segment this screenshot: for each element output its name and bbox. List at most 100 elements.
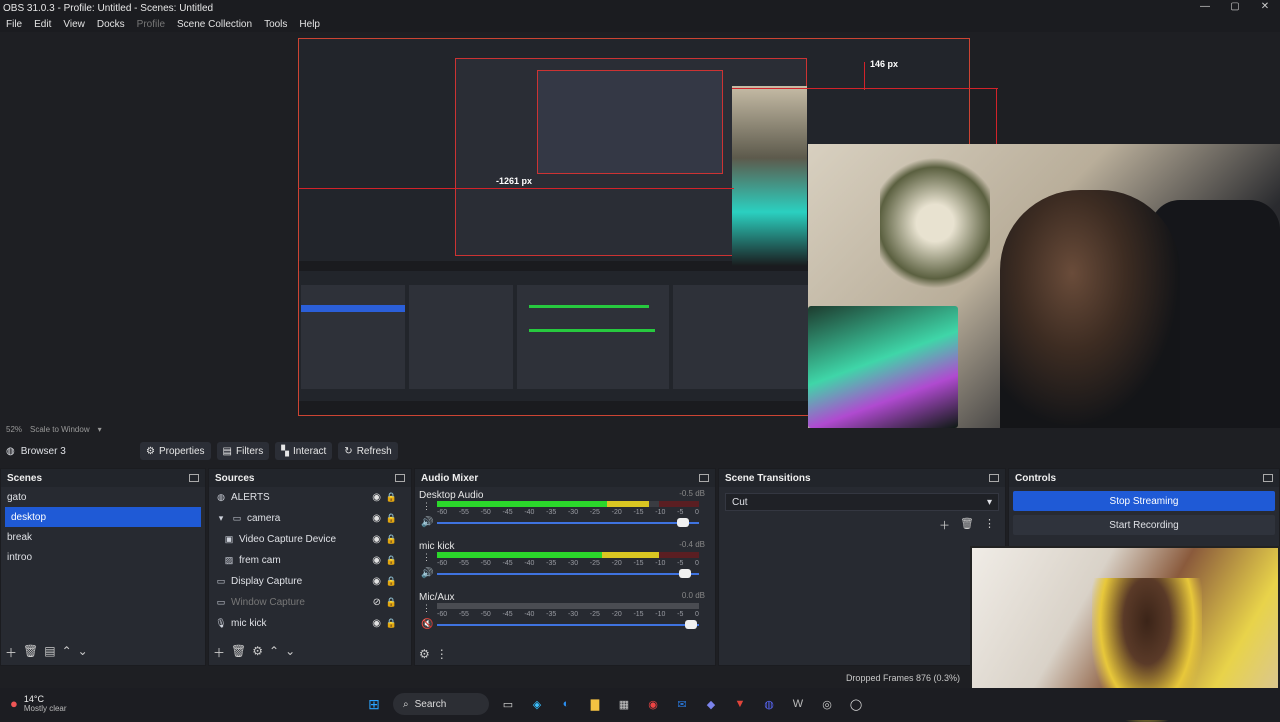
meter-red — [659, 552, 699, 558]
menu-help[interactable]: Help — [293, 19, 326, 30]
slider-handle[interactable] — [685, 620, 697, 629]
add-icon[interactable]: ＋ — [213, 644, 225, 661]
windows-start-icon[interactable]: ⊞ — [364, 694, 384, 714]
stop-streaming-button[interactable]: Stop Streaming — [1013, 491, 1275, 511]
slider-handle[interactable] — [679, 569, 691, 578]
discord-icon[interactable]: ◍ — [759, 694, 779, 714]
lock-icon[interactable]: 🔒 — [386, 597, 397, 608]
brave-icon[interactable]: ▼ — [730, 694, 750, 714]
more-icon[interactable]: ⋮ — [984, 517, 995, 533]
source-row[interactable]: ▭ Window Capture ⊘ 🔒 — [209, 592, 411, 613]
lock-icon[interactable]: 🔒 — [386, 492, 397, 503]
source-row[interactable]: ▾ ▭ camera ◉ 🔒 — [209, 508, 411, 529]
interact-button[interactable]: ▚ Interact — [275, 442, 333, 460]
filter-icon[interactable]: ▤ — [44, 644, 55, 661]
transition-select[interactable]: Cut ▾ — [725, 493, 999, 511]
menu-view[interactable]: View — [57, 19, 91, 30]
volume-slider[interactable] — [437, 518, 699, 527]
menu-edit[interactable]: Edit — [28, 19, 57, 30]
slider-handle[interactable] — [677, 518, 689, 527]
eye-off-icon[interactable]: ⊘ — [373, 597, 381, 608]
lock-icon[interactable]: 🔒 — [386, 618, 397, 629]
start-recording-button[interactable]: Start Recording — [1013, 515, 1275, 535]
undock-icon[interactable] — [395, 474, 405, 482]
maximize-icon[interactable]: ▢ — [1220, 0, 1250, 16]
source-row[interactable]: ◍ ALERTS ◉ 🔒 — [209, 487, 411, 508]
scene-item[interactable]: break — [1, 527, 205, 547]
undock-icon[interactable] — [699, 474, 709, 482]
refresh-button[interactable]: ↻ Refresh — [338, 442, 398, 460]
properties-button[interactable]: ⚙ Properties — [140, 442, 211, 460]
scene-item[interactable]: gato — [1, 487, 205, 507]
scene-item[interactable]: introo — [1, 547, 205, 567]
undock-icon[interactable] — [1263, 474, 1273, 482]
filters-button[interactable]: ▤ Filters — [216, 442, 270, 460]
steam-icon[interactable]: ◎ — [817, 694, 837, 714]
eye-icon[interactable]: ◉ — [372, 534, 381, 545]
more-icon[interactable]: ⋮ — [422, 501, 431, 512]
source-row[interactable]: ▭ Display Capture ◉ 🔒 — [209, 571, 411, 592]
eye-icon[interactable]: ◉ — [372, 576, 381, 587]
lock-icon[interactable]: 🔒 — [386, 555, 397, 566]
weather-widget[interactable]: ● 14°C Mostly clear — [10, 694, 67, 713]
expand-icon[interactable]: ▾ — [215, 513, 227, 524]
close-icon[interactable]: ✕ — [1250, 0, 1280, 16]
obs-icon[interactable]: ◯ — [846, 694, 866, 714]
menu-tools[interactable]: Tools — [258, 19, 293, 30]
nested-meter-2 — [529, 329, 655, 332]
source-row[interactable]: ▣ Video Capture Device ◉ 🔒 — [209, 529, 411, 550]
menu-scene-collection[interactable]: Scene Collection — [171, 19, 258, 30]
more-icon[interactable]: ⋮ — [436, 647, 448, 661]
store-icon[interactable]: ▦ — [614, 694, 634, 714]
undock-icon[interactable] — [989, 474, 999, 482]
eye-icon[interactable]: ◉ — [372, 513, 381, 524]
file-explorer-icon[interactable]: ▇ — [585, 694, 605, 714]
nested-scene-selected — [301, 305, 405, 312]
scenes-header: Scenes — [1, 469, 205, 487]
scale-mode-select[interactable]: Scale to Window — [30, 425, 90, 434]
volume-slider[interactable] — [437, 569, 699, 578]
trash-icon[interactable]: 🗑 — [960, 517, 974, 533]
more-icon[interactable]: ⋮ — [422, 552, 431, 563]
volume-slider[interactable] — [437, 620, 699, 629]
wordpad-icon[interactable]: W — [788, 694, 808, 714]
scale-tick: -40 — [524, 560, 535, 567]
chrome-icon[interactable]: ◉ — [643, 694, 663, 714]
arrow-down-icon[interactable]: ⌄ — [78, 644, 88, 661]
minimize-icon[interactable]: — — [1190, 0, 1220, 16]
menu-file[interactable]: File — [0, 19, 28, 30]
taskbar-search[interactable]: ⌕ Search — [393, 693, 489, 715]
speaker-muted-icon[interactable]: 🔇 — [421, 619, 433, 630]
outlook-icon[interactable]: ✉ — [672, 694, 692, 714]
arrow-up-icon[interactable]: ⌃ — [269, 644, 279, 661]
gear-icon[interactable]: ⚙ — [419, 647, 430, 661]
copilot-icon[interactable]: ◈ — [527, 694, 547, 714]
arrow-up-icon[interactable]: ⌃ — [62, 644, 72, 661]
trash-icon[interactable]: 🗑 — [231, 644, 246, 661]
source-row[interactable]: ▨ frem cam ◉ 🔒 — [209, 550, 411, 571]
more-icon[interactable]: ⋮ — [422, 603, 431, 614]
menu-docks[interactable]: Docks — [91, 19, 131, 30]
speaker-icon[interactable]: 🔊 — [421, 517, 433, 528]
edge-icon[interactable]: ◐ — [556, 694, 576, 714]
undock-icon[interactable] — [189, 474, 199, 482]
menu-profile[interactable]: Profile — [131, 19, 171, 30]
eye-icon[interactable]: ◉ — [372, 555, 381, 566]
teams-icon[interactable]: ◆ — [701, 694, 721, 714]
lock-icon[interactable]: 🔒 — [386, 513, 397, 524]
meter-scale: -60 -55 -50 -45 -40 -35 -30 -25 -20 -15 -10 -5 0 — [437, 611, 699, 618]
lock-icon[interactable]: 🔒 — [386, 534, 397, 545]
add-icon[interactable]: ＋ — [939, 517, 950, 533]
scene-item-selected[interactable]: desktop — [5, 507, 201, 527]
eye-icon[interactable]: ◉ — [372, 492, 381, 503]
eye-icon[interactable]: ◉ — [372, 618, 381, 629]
add-icon[interactable]: ＋ — [5, 644, 17, 661]
source-row[interactable]: 🎙 mic kick ◉ 🔒 — [209, 613, 411, 634]
trash-icon[interactable]: 🗑 — [23, 644, 38, 661]
lock-icon[interactable]: 🔒 — [386, 576, 397, 587]
task-view-icon[interactable]: ▭ — [498, 694, 518, 714]
gear-icon[interactable]: ⚙ — [252, 644, 263, 661]
arrow-down-icon[interactable]: ⌄ — [285, 644, 295, 661]
speaker-icon[interactable]: 🔊 — [421, 568, 433, 579]
chevron-down-icon[interactable]: ▾ — [98, 425, 102, 434]
